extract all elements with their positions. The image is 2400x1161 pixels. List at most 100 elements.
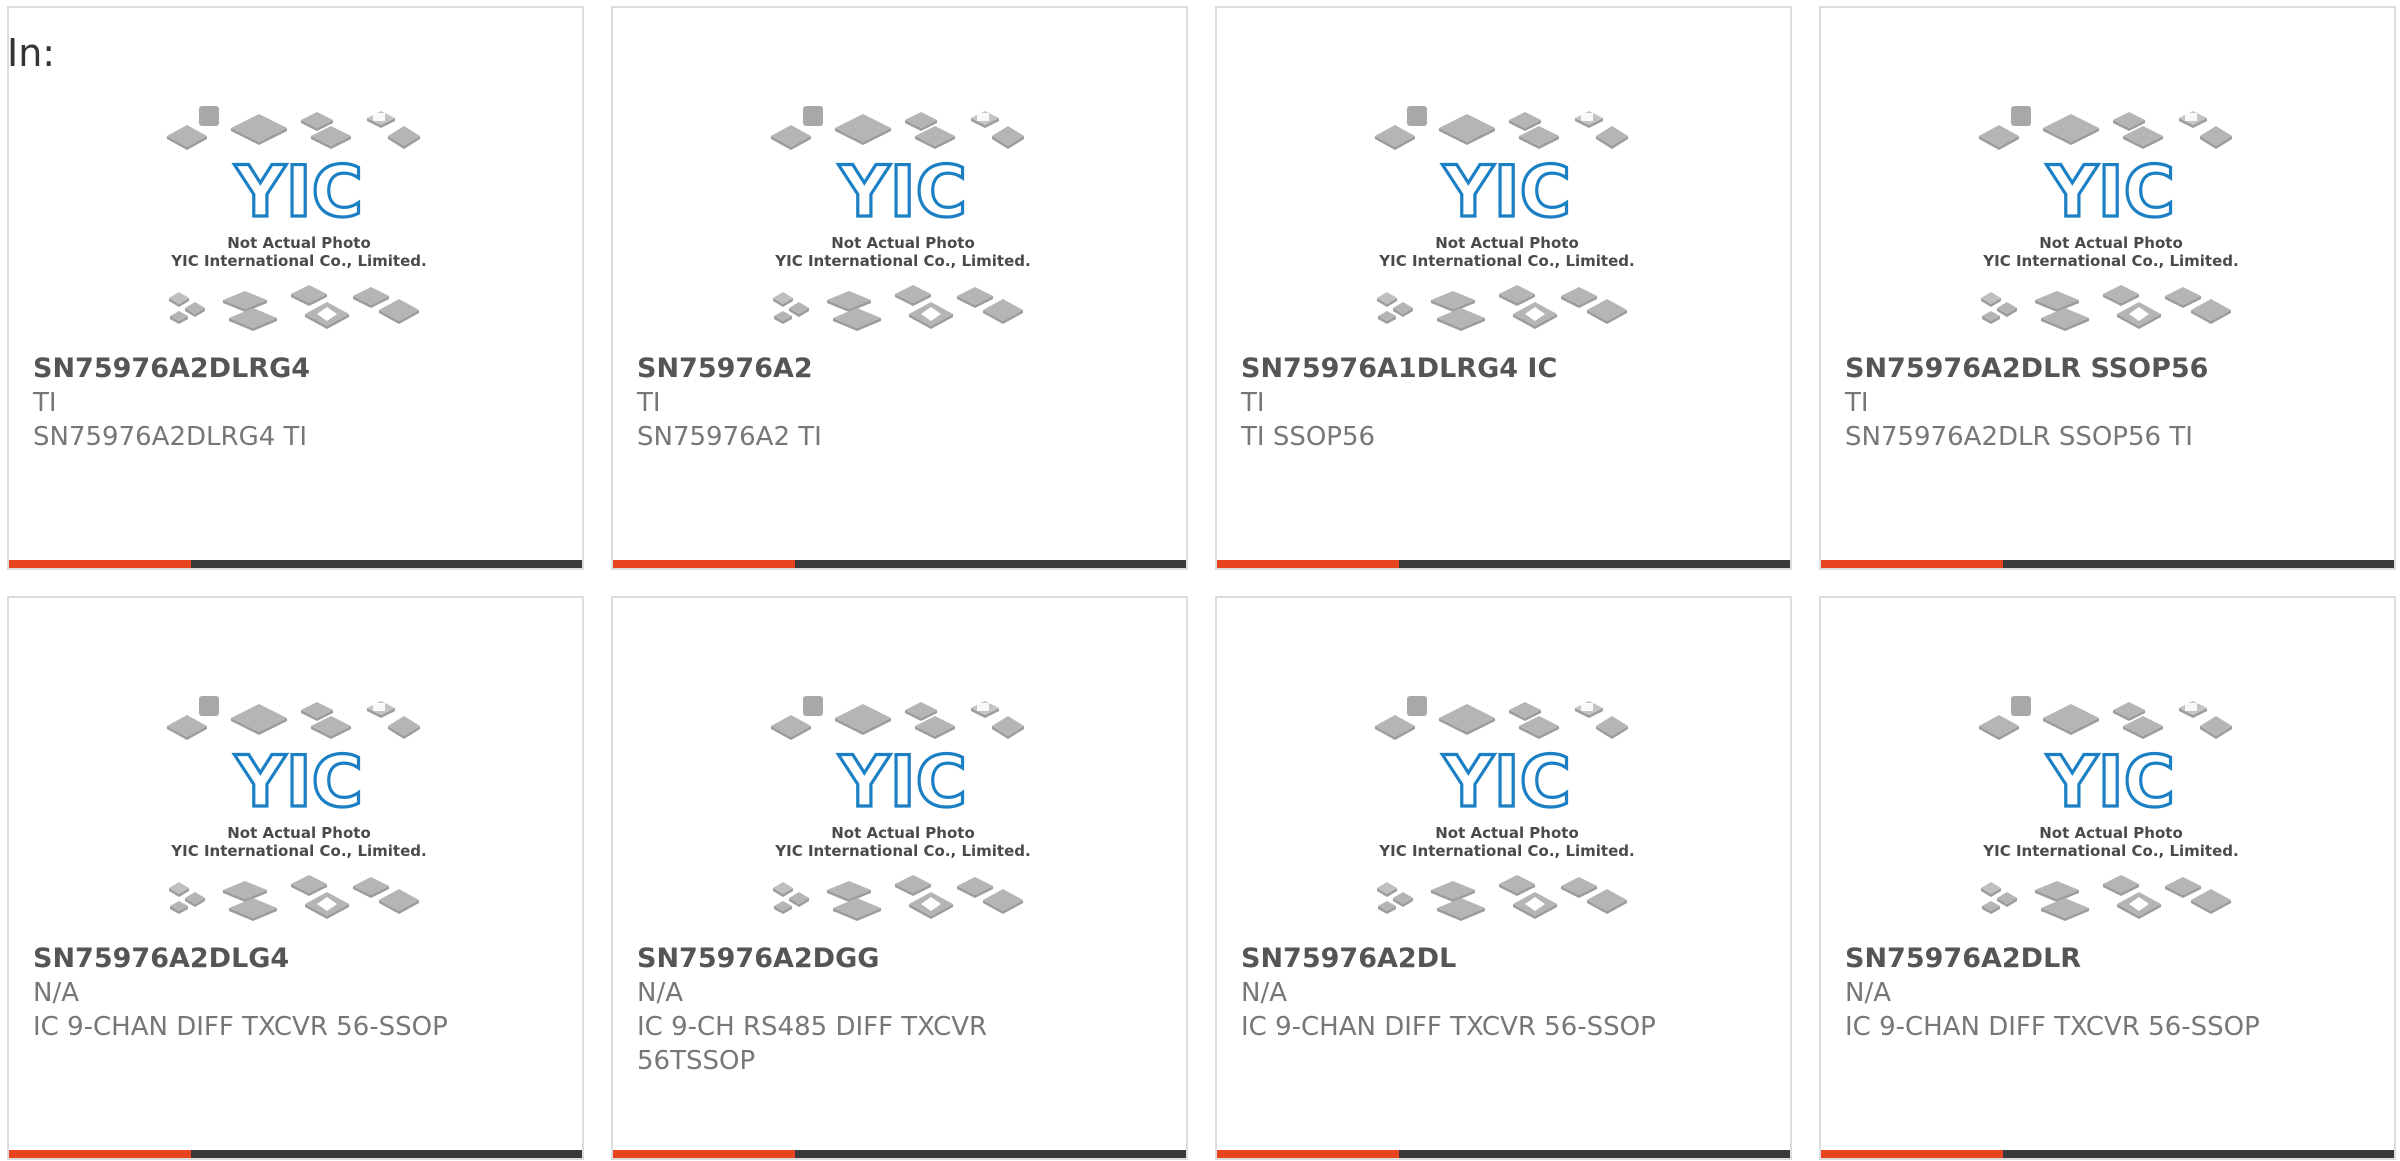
yic-logo-icon: YIC — [1442, 151, 1571, 233]
placeholder-company: YIC International Co., Limited. — [1982, 842, 2238, 860]
card-bottom-bar — [1821, 560, 2394, 568]
product-title[interactable]: SN75976A2DL — [1241, 941, 1771, 976]
chip-placeholder-icon: YICNot Actual PhotoYIC International Co.… — [1375, 696, 1635, 921]
placeholder-company: YIC International Co., Limited. — [170, 252, 426, 270]
card-accent-stripe — [1821, 1150, 2003, 1158]
product-card[interactable]: YIC Not Actual Photo YIC International Co.… — [7, 6, 584, 570]
product-description: SN75976A2 TI — [637, 422, 822, 452]
card-bottom-bar — [1821, 1150, 2394, 1158]
product-description: IC 9-CHAN DIFF TXCVR 56-SSOP — [33, 1012, 448, 1042]
card-accent-stripe — [613, 1150, 795, 1158]
placeholder-company: YIC International Co., Limited. — [774, 252, 1030, 270]
card-accent-stripe — [1217, 560, 1399, 568]
product-title[interactable]: SN75976A2DLRG4 — [33, 351, 563, 386]
product-brand: TI — [1845, 388, 1869, 418]
chip-cluster-top — [167, 106, 420, 150]
product-brand: N/A — [1845, 978, 1891, 1008]
chip-cluster-top — [1979, 106, 2232, 150]
placeholder-company: YIC International Co., Limited. — [774, 842, 1030, 860]
yic-logo-icon: YIC — [234, 741, 363, 823]
product-card[interactable]: YIC Not Actual Photo YIC International Co.… — [1215, 596, 1792, 1160]
product-title[interactable]: SN75976A1DLRG4 IC — [1241, 351, 1771, 386]
card-accent-stripe — [9, 1150, 191, 1158]
product-description: SN75976A2DLRG4 TI — [33, 422, 308, 452]
chip-cluster-bottom — [773, 875, 1023, 921]
product-card[interactable]: YIC Not Actual Photo YIC International Co.… — [611, 596, 1188, 1160]
chip-placeholder-icon: YICNot Actual PhotoYIC International Co.… — [771, 696, 1031, 921]
product-brand: N/A — [1241, 978, 1287, 1008]
chip-cluster-bottom — [169, 285, 419, 331]
chip-cluster-bottom — [1981, 875, 2231, 921]
page-label: In: — [7, 31, 56, 75]
product-card[interactable]: YIC Not Actual Photo YIC International Co.… — [1215, 6, 1792, 570]
product-description: IC 9-CHAN DIFF TXCVR 56-SSOP — [1845, 1012, 2260, 1042]
product-image[interactable]: YIC Not Actual Photo YIC International Co.… — [159, 98, 439, 348]
placeholder-caption: Not Actual Photo — [227, 234, 371, 252]
chip-cluster-top — [1375, 106, 1628, 150]
chip-placeholder-icon: YICNot Actual PhotoYIC International Co.… — [167, 106, 427, 331]
product-title[interactable]: SN75976A2DLR — [1845, 941, 2375, 976]
card-bottom-bar — [613, 1150, 1186, 1158]
card-accent-stripe — [1821, 560, 2003, 568]
product-title[interactable]: SN75976A2DLG4 — [33, 941, 563, 976]
product-card[interactable]: YIC Not Actual Photo YIC International Co.… — [7, 596, 584, 1160]
card-accent-stripe — [1217, 1150, 1399, 1158]
product-title[interactable]: SN75976A2 — [637, 351, 1167, 386]
product-brand: TI — [33, 388, 57, 418]
chip-cluster-top — [1979, 696, 2232, 740]
chip-cluster-top — [167, 696, 420, 740]
chip-placeholder-icon: YICNot Actual PhotoYIC International Co.… — [1375, 106, 1635, 331]
chip-cluster-top — [771, 106, 1024, 150]
product-info: SN75976A2 TI SN75976A2 TI — [637, 351, 1167, 454]
card-bottom-bar — [9, 560, 582, 568]
placeholder-caption: Not Actual Photo — [831, 234, 975, 252]
product-info: SN75976A2DLG4 N/A IC 9-CHAN DIFF TXCVR 5… — [33, 941, 563, 1044]
chip-cluster-bottom — [1377, 285, 1627, 331]
product-image[interactable]: YIC Not Actual Photo YIC International Co.… — [1971, 98, 2251, 348]
placeholder-company: YIC International Co., Limited. — [170, 842, 426, 860]
product-brand: N/A — [637, 978, 683, 1008]
yic-logo-icon: YIC — [838, 151, 967, 233]
product-image[interactable]: YIC Not Actual Photo YIC International Co.… — [1367, 98, 1647, 348]
card-bottom-bar — [1217, 1150, 1790, 1158]
product-description: SN75976A2DLR SSOP56 TI — [1845, 422, 2193, 452]
chip-cluster-top — [1375, 696, 1628, 740]
card-accent-stripe — [613, 560, 795, 568]
product-description: TI SSOP56 — [1241, 422, 1376, 452]
chip-cluster-bottom — [1981, 285, 2231, 331]
product-brand: N/A — [33, 978, 79, 1008]
chip-placeholder-icon: YICNot Actual PhotoYIC International Co.… — [1979, 696, 2239, 921]
chip-cluster-top — [771, 696, 1024, 740]
product-image[interactable]: YIC Not Actual Photo YIC International Co.… — [763, 688, 1043, 938]
product-card[interactable]: YIC Not Actual Photo YIC International Co.… — [1819, 596, 2396, 1160]
placeholder-caption: Not Actual Photo — [227, 824, 371, 842]
placeholder-company: YIC International Co., Limited. — [1378, 842, 1634, 860]
product-grid: YIC Not Actual Photo YIC International Co.… — [0, 0, 2400, 1161]
placeholder-caption: Not Actual Photo — [2039, 824, 2183, 842]
product-image[interactable]: YIC Not Actual Photo YIC International Co.… — [159, 688, 439, 938]
yic-logo-icon: YIC — [2046, 151, 2175, 233]
yic-logo-icon: YIC — [838, 741, 967, 823]
product-info: SN75976A2DLRG4 TI SN75976A2DLRG4 TI — [33, 351, 563, 454]
card-bottom-bar — [613, 560, 1186, 568]
product-title[interactable]: SN75976A2DGG — [637, 941, 1167, 976]
product-info: SN75976A2DL N/A IC 9-CHAN DIFF TXCVR 56-… — [1241, 941, 1771, 1044]
placeholder-company: YIC International Co., Limited. — [1982, 252, 2238, 270]
product-brand: TI — [637, 388, 661, 418]
placeholder-caption: Not Actual Photo — [1435, 234, 1579, 252]
chip-cluster-bottom — [773, 285, 1023, 331]
chip-cluster-bottom — [169, 875, 419, 921]
placeholder-company: YIC International Co., Limited. — [1378, 252, 1634, 270]
yic-logo-icon: YIC — [2046, 741, 2175, 823]
product-image[interactable]: YIC Not Actual Photo YIC International Co.… — [1367, 688, 1647, 938]
chip-placeholder-icon: YICNot Actual PhotoYIC International Co.… — [1979, 106, 2239, 331]
product-image[interactable]: YIC Not Actual Photo YIC International Co.… — [763, 98, 1043, 348]
product-card[interactable]: YIC Not Actual Photo YIC International Co.… — [611, 6, 1188, 570]
chip-placeholder-icon: YICNot Actual PhotoYIC International Co.… — [167, 696, 427, 921]
product-brand: TI — [1241, 388, 1265, 418]
product-title[interactable]: SN75976A2DLR SSOP56 — [1845, 351, 2375, 386]
product-image[interactable]: YIC Not Actual Photo YIC International Co.… — [1971, 688, 2251, 938]
product-card[interactable]: YIC Not Actual Photo YIC International Co.… — [1819, 6, 2396, 570]
product-info: SN75976A2DGG N/A IC 9-CH RS485 DIFF TXCV… — [637, 941, 1167, 1078]
product-info: SN75976A2DLR SSOP56 TI SN75976A2DLR SSOP… — [1845, 351, 2375, 454]
